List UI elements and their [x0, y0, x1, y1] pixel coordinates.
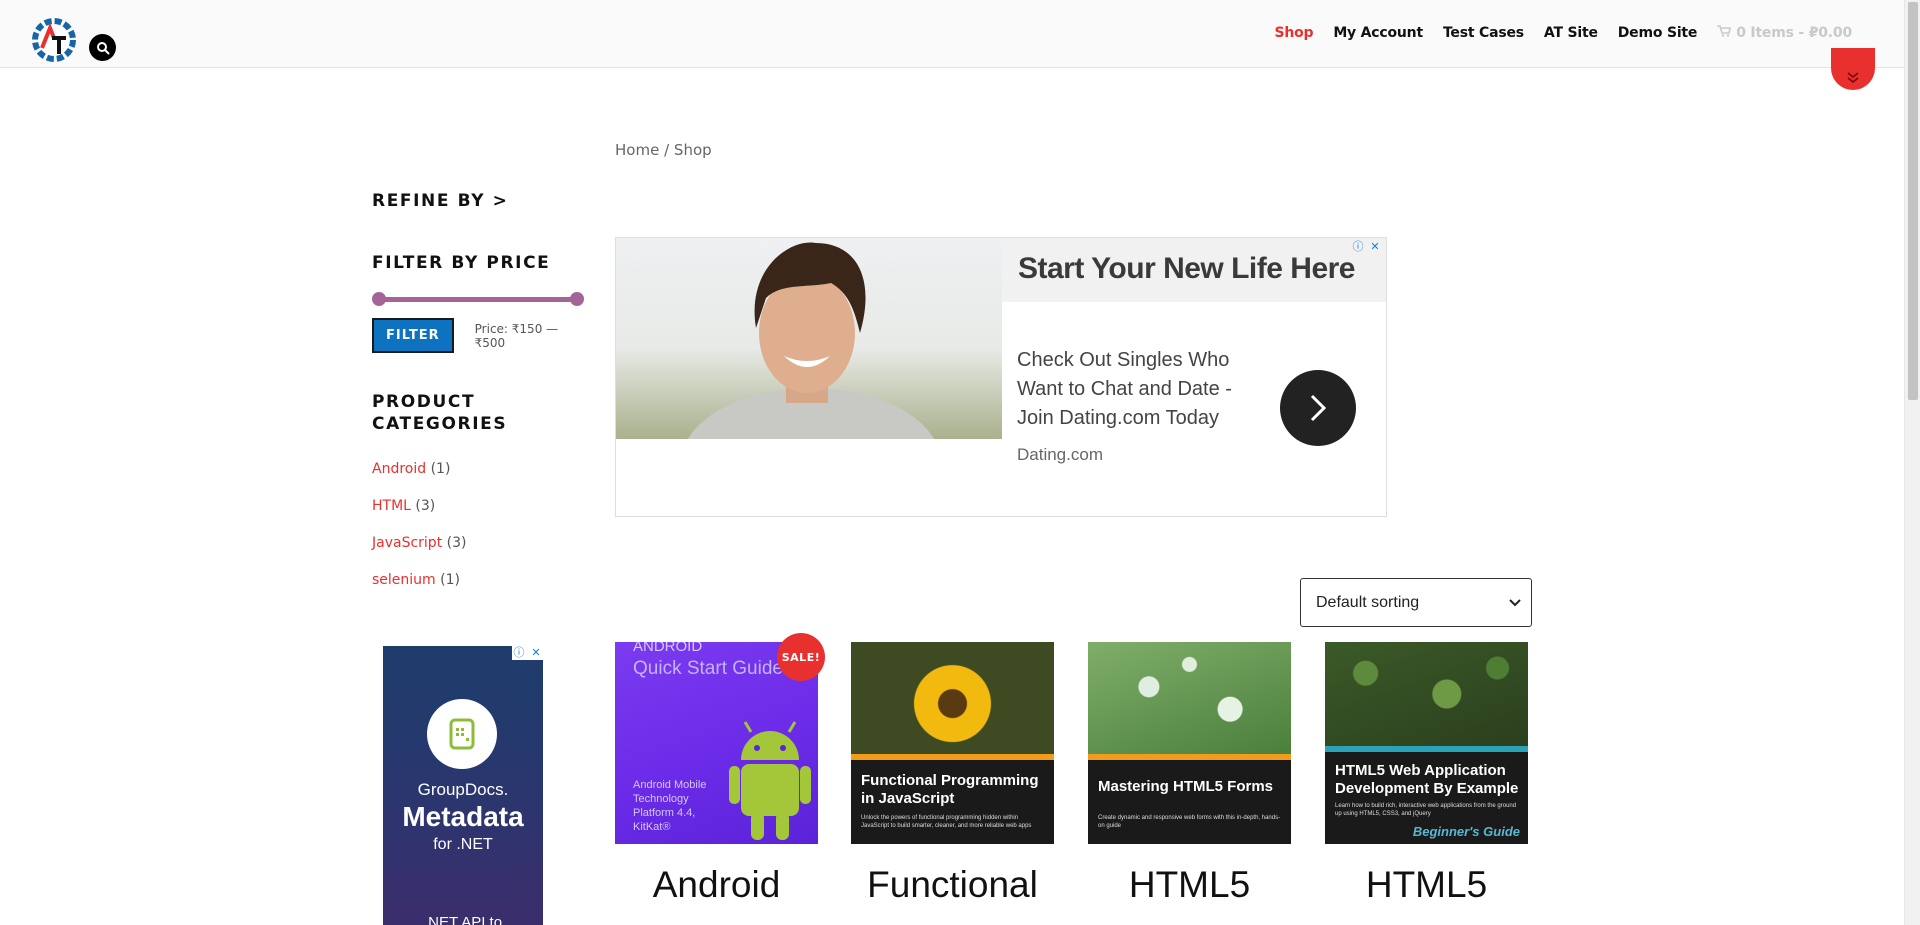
product-title[interactable]: Android — [595, 864, 838, 906]
product-categories-title: PRODUCT CATEGORIES — [372, 392, 508, 434]
price-slider-max-handle[interactable] — [570, 292, 584, 306]
ad-choices: ⓘ ✕ — [1351, 240, 1382, 254]
sort-selected-value: Default sorting — [1316, 593, 1420, 611]
chevron-down-icon — [1509, 598, 1521, 606]
scrollbar-thumb[interactable] — [1908, 2, 1918, 400]
cover-detail: Android Mobile Technology Platform 4.4, … — [633, 779, 707, 833]
product-title[interactable]: HTML5 — [1068, 864, 1311, 906]
filter-button[interactable]: FILTER — [372, 318, 454, 353]
category-item: HTML (3) — [372, 498, 592, 535]
sale-badge: SALE! — [777, 633, 825, 681]
breadcrumb-current: Shop — [673, 141, 712, 159]
product-card: Mastering HTML5 Forms Create dynamic and… — [1088, 642, 1291, 905]
nav-test-cases[interactable]: Test Cases — [1443, 25, 1524, 41]
cover-subtitle: Quick Start Guide — [633, 658, 783, 679]
cart-summary: 0 Items - ₽0.00 — [1736, 25, 1852, 41]
cover-title: Functional Programming in JavaScript — [861, 772, 1039, 807]
category-link-android[interactable]: Android — [372, 461, 426, 477]
refine-by-toggle[interactable]: REFINE BY > — [372, 190, 592, 212]
cover-band — [1088, 754, 1291, 760]
ad-side-tagline: .NET API to — [423, 914, 503, 925]
cover-detail: Learn how to build rich, interactive web… — [1335, 803, 1517, 817]
product-image[interactable]: Functional Programming in JavaScript Unl… — [851, 642, 1054, 844]
price-slider-min-handle[interactable] — [372, 292, 386, 306]
filter-row: FILTER Price: ₹150 — ₹500 — [372, 318, 592, 353]
breadcrumb: Home / Shop — [615, 141, 712, 159]
cart-icon — [1717, 25, 1732, 41]
main-nav: Shop My Account Test Cases AT Site Demo … — [1274, 25, 1852, 41]
nav-demo-site[interactable]: Demo Site — [1618, 25, 1698, 41]
ad-domain[interactable]: Dating.com — [1017, 445, 1103, 465]
android-robot-icon — [729, 721, 811, 840]
category-item: Android (1) — [372, 461, 592, 498]
cover-band — [851, 754, 1054, 760]
advertisement-banner[interactable]: Start Your New Life Here Check Out Singl… — [615, 237, 1387, 517]
sort-select[interactable]: Default sorting — [1300, 578, 1532, 627]
scrollbar[interactable] — [1904, 0, 1920, 925]
filter-price-title: FILTER BY PRICE — [372, 253, 551, 273]
nav-my-account[interactable]: My Account — [1333, 25, 1423, 41]
cover-photo — [1088, 642, 1291, 754]
ad-side-brand: GroupDocs. — [417, 780, 509, 799]
ad-arrow-button[interactable] — [1280, 370, 1356, 446]
groupdocs-logo — [427, 699, 497, 769]
category-count: (1) — [440, 572, 460, 588]
ad-body-text[interactable]: Check Out Singles Who Want to Chat and D… — [1017, 346, 1247, 433]
sidebar: REFINE BY > FILTER BY PRICE FILTER Price… — [372, 190, 592, 609]
cover-detail: Unlock the powers of functional programm… — [861, 815, 1032, 829]
ad-close-icon[interactable]: ✕ — [529, 646, 543, 660]
product-title[interactable]: Functional — [831, 864, 1074, 906]
cover-title: HTML5 Web Application Development By Exa… — [1335, 762, 1519, 797]
ad-side-platform: for .NET — [433, 836, 493, 853]
ad-close-icon[interactable]: ✕ — [1368, 240, 1382, 254]
ad-title-box: Start Your New Life Here — [1002, 238, 1386, 302]
category-link-javascript[interactable]: JavaScript — [372, 535, 442, 551]
price-slider-range — [378, 297, 578, 302]
cover-title: ANDROID — [633, 642, 703, 655]
cover-title: Mastering HTML5 Forms — [1098, 778, 1274, 795]
nav-at-site[interactable]: AT Site — [1544, 25, 1598, 41]
nav-cart[interactable]: 0 Items - ₽0.00 — [1717, 25, 1852, 41]
breadcrumb-separator: / — [664, 141, 670, 159]
scroll-down-button[interactable] — [1831, 48, 1875, 90]
category-count: (3) — [415, 498, 436, 514]
site-logo[interactable] — [28, 14, 80, 66]
product-image[interactable]: HTML5 Web Application Development By Exa… — [1325, 642, 1528, 844]
nav-shop[interactable]: Shop — [1274, 25, 1313, 41]
product-card: Functional Programming in JavaScript Unl… — [851, 642, 1054, 905]
ad-image[interactable] — [616, 238, 1002, 439]
category-count: (3) — [446, 535, 467, 551]
ad-info-icon[interactable]: ⓘ — [1351, 240, 1365, 254]
page: Shop My Account Test Cases AT Site Demo … — [0, 0, 1920, 925]
category-item: selenium (1) — [372, 572, 592, 609]
category-link-html[interactable]: HTML — [372, 498, 411, 514]
cover-band — [1325, 746, 1528, 752]
ad-info-icon[interactable]: ⓘ — [512, 646, 526, 660]
breadcrumb-home[interactable]: Home — [615, 141, 659, 159]
category-count: (1) — [430, 461, 451, 477]
sidebar-advertisement[interactable]: GroupDocs. Metadata for .NET .NET API to… — [383, 646, 543, 925]
product-title[interactable]: HTML5 — [1305, 864, 1548, 906]
ad-side-product: Metadata — [402, 801, 524, 832]
cover-series: Beginner's Guide — [1412, 824, 1520, 839]
product-card: HTML5 Web Application Development By Exa… — [1325, 642, 1528, 905]
ad-headline[interactable]: Start Your New Life Here — [1018, 252, 1355, 286]
category-item: JavaScript (3) — [372, 535, 592, 572]
price-slider[interactable] — [372, 292, 584, 306]
cover-photo — [1325, 642, 1528, 746]
cover-detail: Create dynamic and responsive web forms … — [1098, 815, 1281, 829]
price-range-label: Price: ₹150 — ₹500 — [474, 321, 559, 350]
site-header: Shop My Account Test Cases AT Site Demo … — [0, 0, 1904, 68]
search-icon[interactable] — [89, 34, 116, 61]
ad-choices: ⓘ ✕ — [512, 646, 543, 660]
chevron-double-down-icon — [1847, 72, 1859, 84]
chevron-right-icon — [1310, 394, 1327, 422]
category-link-selenium[interactable]: selenium — [372, 572, 436, 588]
cover-photo — [851, 642, 1054, 754]
product-image[interactable]: Mastering HTML5 Forms Create dynamic and… — [1088, 642, 1291, 844]
category-list: Android (1) HTML (3) JavaScript (3) sele… — [372, 461, 592, 609]
